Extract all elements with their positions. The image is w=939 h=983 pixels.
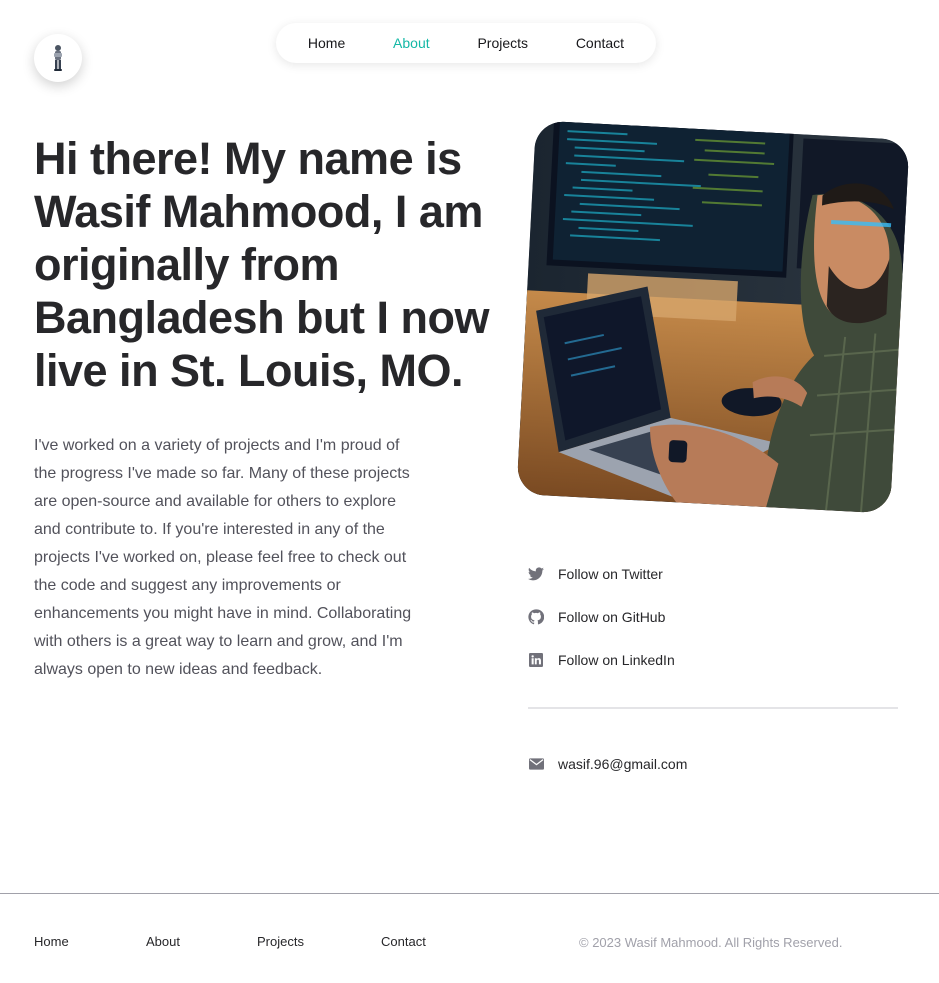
twitter-link[interactable]: Follow on Twitter — [528, 552, 898, 595]
avatar-icon — [54, 45, 62, 71]
page-title: Hi there! My name is Wasif Mahmood, I am… — [34, 133, 490, 396]
developer-photo — [516, 120, 910, 514]
footer-nav-home[interactable]: Home — [34, 934, 69, 949]
mail-icon — [528, 756, 544, 772]
nav-about[interactable]: About — [381, 23, 442, 63]
footer-nav-contact[interactable]: Contact — [381, 934, 426, 949]
twitter-label: Follow on Twitter — [558, 565, 663, 582]
github-link[interactable]: Follow on GitHub — [528, 595, 898, 638]
nav-home[interactable]: Home — [296, 23, 357, 63]
nav-contact[interactable]: Contact — [564, 23, 636, 63]
linkedin-icon — [528, 652, 544, 668]
section-divider — [528, 707, 898, 709]
email-address: wasif.96@gmail.com — [558, 755, 688, 772]
github-icon — [528, 608, 544, 625]
nav-projects[interactable]: Projects — [465, 23, 540, 63]
twitter-icon — [528, 566, 544, 582]
github-label: Follow on GitHub — [558, 608, 666, 625]
footer-nav-about[interactable]: About — [146, 934, 180, 949]
email-link[interactable]: wasif.96@gmail.com — [528, 742, 687, 785]
linkedin-label: Follow on LinkedIn — [558, 651, 675, 668]
intro-paragraph: I've worked on a variety of projects and… — [34, 437, 412, 678]
linkedin-link[interactable]: Follow on LinkedIn — [528, 638, 898, 681]
home-avatar-link[interactable] — [34, 34, 82, 82]
social-links: Follow on Twitter Follow on GitHub Follo… — [528, 552, 898, 681]
top-nav: Home About Projects Contact — [276, 23, 656, 63]
footer-nav-projects[interactable]: Projects — [257, 934, 304, 949]
page: Home About Projects Contact Hi there! My… — [0, 0, 939, 983]
copyright-text: © 2023 Wasif Mahmood. All Rights Reserve… — [579, 935, 843, 950]
footer-divider — [0, 893, 939, 894]
